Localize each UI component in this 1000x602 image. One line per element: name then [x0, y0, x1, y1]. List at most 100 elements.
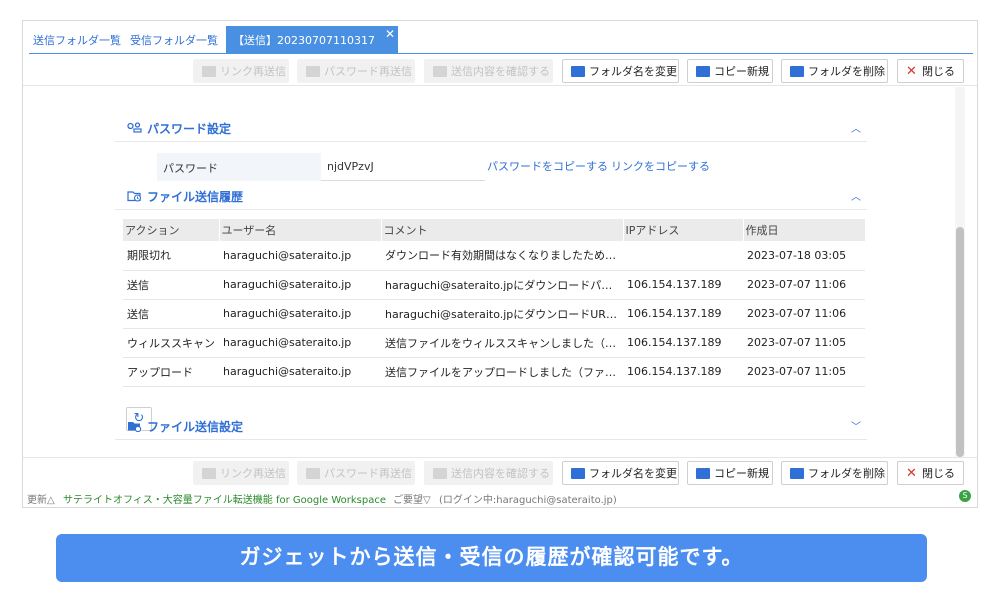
chevron-up-icon[interactable]: ︿ — [851, 188, 861, 203]
resend-password-button[interactable]: パスワード再送信 — [297, 461, 415, 485]
login-status: (ログイン中:haraguchi@sateraito.jp) — [439, 495, 617, 506]
copy-new-button[interactable]: コピー新規 — [687, 461, 773, 485]
cell-action: ウィルススキャン — [123, 328, 219, 358]
column-header-action[interactable]: アクション — [123, 219, 220, 241]
app-window: 送信フォルダ一覧 受信フォルダ一覧 【送信】20230707110317 ✕ リ… — [22, 20, 978, 508]
scrollbar-thumb[interactable] — [956, 227, 964, 457]
folder-edit-icon — [571, 467, 585, 479]
app-name-link[interactable]: サテライトオフィス・大容量ファイル転送機能 for Google Workspa… — [63, 491, 386, 506]
settings-section-title: ファイル送信設定 — [147, 420, 244, 434]
cell-comment: ダウンロード有効期間はなくなりましたため、フォ… — [381, 241, 623, 271]
delete-folder-button[interactable]: フォルダを削除 — [781, 461, 888, 485]
tab-bar: 送信フォルダ一覧 受信フォルダ一覧 【送信】20230707110317 ✕ — [29, 26, 973, 54]
cell-user: haraguchi@sateraito.jp — [219, 241, 381, 271]
resend-link-button[interactable]: リンク再送信 — [193, 59, 289, 83]
resend-link-button[interactable]: リンク再送信 — [193, 461, 289, 485]
table-row[interactable]: 期限切れ haraguchi@sateraito.jp ダウンロード有効期間はな… — [123, 241, 865, 271]
resend-icon — [306, 65, 320, 77]
cell-comment: 送信ファイルをアップロードしました（ファイル名… — [381, 357, 623, 387]
table-header-row: アクション ユーザー名 コメント IPアドレス 作成日 — [123, 219, 866, 241]
column-header-ip[interactable]: IPアドレス — [623, 219, 744, 241]
table-row[interactable]: アップロード haraguchi@sateraito.jp 送信ファイルをアップ… — [123, 357, 865, 387]
cell-ip: 106.154.137.189 — [623, 299, 743, 329]
cell-comment: haraguchi@sateraito.jpにダウンロードパスワー… — [381, 270, 623, 300]
key-icon — [127, 122, 142, 133]
cell-ip — [623, 241, 743, 271]
folder-edit-icon — [571, 65, 585, 77]
table-row[interactable]: 送信 haraguchi@sateraito.jp haraguchi@sate… — [123, 270, 865, 300]
cell-user: haraguchi@sateraito.jp — [219, 328, 381, 358]
tab-sent-folders[interactable]: 送信フォルダ一覧 — [33, 32, 121, 48]
status-bar: 更新△ サテライトオフィス・大容量ファイル転送機能 for Google Wor… — [23, 487, 977, 507]
resend-icon — [202, 65, 216, 77]
folder-delete-icon — [790, 467, 804, 479]
chevron-up-icon[interactable]: ︿ — [851, 120, 861, 135]
close-button[interactable]: ✕ 閉じる — [897, 59, 964, 83]
close-icon[interactable]: ✕ — [385, 27, 395, 41]
rename-folder-button[interactable]: フォルダ名を変更 — [562, 461, 679, 485]
update-toggle[interactable]: 更新△ — [27, 491, 55, 506]
password-section-title: パスワード設定 — [147, 122, 232, 136]
cell-action: アップロード — [123, 357, 219, 387]
folder-copy-icon — [696, 65, 710, 77]
history-table: アクション ユーザー名 コメント IPアドレス 作成日 期限切れ haraguc… — [123, 219, 866, 387]
close-x-icon: ✕ — [906, 63, 917, 79]
folder-copy-icon — [696, 467, 710, 479]
cell-user: haraguchi@sateraito.jp — [219, 299, 381, 329]
copy-new-button[interactable]: コピー新規 — [687, 59, 773, 83]
password-value: njdVPzvJ — [321, 153, 485, 181]
copy-password-link[interactable]: パスワードをコピーする — [487, 158, 608, 174]
history-section-title: ファイル送信履歴 — [147, 190, 244, 204]
cell-date: 2023-07-07 11:05 — [743, 328, 865, 358]
cell-date: 2023-07-07 11:06 — [743, 299, 865, 329]
top-toolbar: リンク再送信 パスワード再送信 送信内容を確認する フォルダ名を変更 コピー新規… — [23, 59, 977, 87]
column-header-comment[interactable]: コメント — [381, 219, 624, 241]
cell-date: 2023-07-07 11:06 — [743, 270, 865, 300]
scrollbar[interactable] — [955, 87, 965, 457]
cell-ip: 106.154.137.189 — [623, 357, 743, 387]
resend-icon — [306, 467, 320, 479]
confirm-content-button[interactable]: 送信内容を確認する — [424, 461, 553, 485]
folder-settings-icon — [128, 422, 142, 432]
resend-icon — [202, 467, 216, 479]
close-x-icon: ✕ — [906, 465, 917, 481]
delete-folder-button[interactable]: フォルダを削除 — [781, 59, 888, 83]
close-button[interactable]: ✕ 閉じる — [897, 461, 964, 485]
document-icon — [433, 65, 447, 77]
divider — [23, 457, 977, 458]
document-icon — [433, 467, 447, 479]
cell-ip: 106.154.137.189 — [623, 328, 743, 358]
table-row[interactable]: ウィルススキャン haraguchi@sateraito.jp 送信ファイルをウ… — [123, 328, 865, 358]
resend-password-button[interactable]: パスワード再送信 — [297, 59, 415, 83]
cell-user: haraguchi@sateraito.jp — [219, 357, 381, 387]
cell-user: haraguchi@sateraito.jp — [219, 270, 381, 300]
history-section-header[interactable]: ファイル送信履歴 ︿ — [115, 184, 867, 210]
request-toggle[interactable]: ご要望▽ — [393, 491, 431, 506]
tab-received-folders[interactable]: 受信フォルダ一覧 — [130, 32, 218, 48]
password-section-header[interactable]: パスワード設定 ︿ — [115, 116, 867, 142]
rename-folder-button[interactable]: フォルダ名を変更 — [562, 59, 679, 83]
cell-ip: 106.154.137.189 — [623, 270, 743, 300]
cell-comment: haraguchi@sateraito.jpにダウンロードURLを送… — [381, 299, 623, 329]
detail-panel: パスワード設定 ︿ パスワード njdVPzvJ パスワードをコピーする リンク… — [115, 91, 875, 456]
cell-action: 送信 — [123, 270, 219, 300]
cell-action: 送信 — [123, 299, 219, 329]
chevron-down-icon[interactable]: ﹀ — [851, 418, 861, 433]
column-header-date[interactable]: 作成日 — [743, 219, 866, 241]
table-row[interactable]: 送信 haraguchi@sateraito.jp haraguchi@sate… — [123, 299, 865, 329]
settings-section-header[interactable]: ファイル送信設定 ﹀ — [115, 414, 867, 440]
cell-date: 2023-07-18 03:05 — [743, 241, 865, 271]
folder-delete-icon — [790, 65, 804, 77]
tab-current-label: 【送信】20230707110317 — [233, 34, 375, 47]
caption-banner: ガジェットから送信・受信の履歴が確認可能です。 — [56, 534, 927, 582]
divider — [23, 85, 977, 86]
password-label: パスワード — [157, 153, 321, 181]
bottom-toolbar: リンク再送信 パスワード再送信 送信内容を確認する フォルダ名を変更 コピー新規… — [23, 461, 977, 489]
folder-history-icon — [127, 191, 142, 202]
column-header-user[interactable]: ユーザー名 — [219, 219, 382, 241]
confirm-content-button[interactable]: 送信内容を確認する — [424, 59, 553, 83]
cell-date: 2023-07-07 11:05 — [743, 357, 865, 387]
copy-link-link[interactable]: リンクをコピーする — [611, 158, 710, 174]
tab-current-send[interactable]: 【送信】20230707110317 ✕ — [226, 26, 398, 54]
cell-action: 期限切れ — [123, 241, 219, 271]
